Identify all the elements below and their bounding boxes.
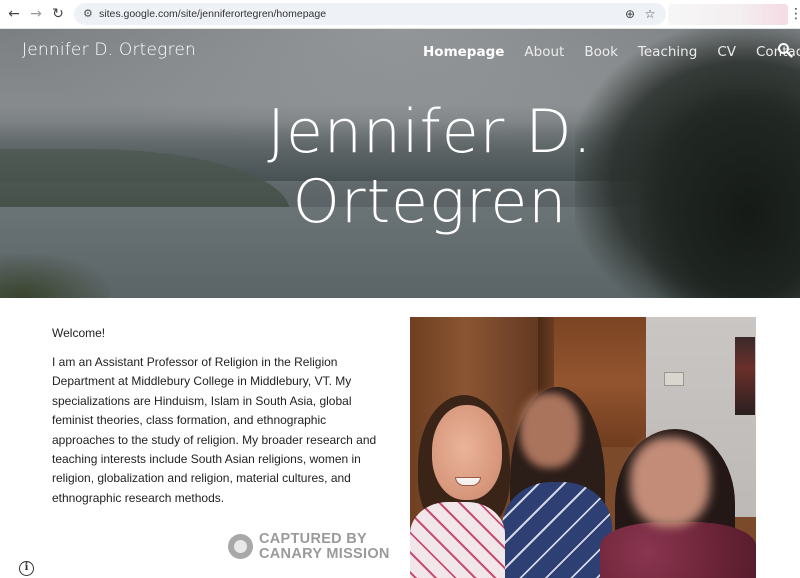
photo-poster [735,337,755,415]
bio-paragraph: I am an Assistant Professor of Religion … [52,355,377,505]
person-a-shirt [410,502,505,578]
site-nav: Homepage About Book Teaching CV Contact [423,43,800,61]
person-c-face-blurred [630,437,710,527]
nav-cv[interactable]: CV [717,43,736,61]
info-icon[interactable]: i [19,561,34,576]
nav-teaching[interactable]: Teaching [638,43,697,61]
person-b-face-blurred [520,393,580,468]
watermark: CAPTURED BY CANARY MISSION [228,531,390,563]
person-c-dress [600,522,756,578]
browser-menu-icon[interactable]: ⋮ [789,5,800,23]
hero-trees-dark [640,89,800,298]
profile-photo [410,317,756,578]
back-icon[interactable]: ← [4,5,24,23]
extensions-area [668,4,788,25]
photo-switchboard [664,372,684,386]
bookmark-star-icon[interactable]: ☆ [642,6,658,22]
hero-heading: Jennifer D. Ortegren [267,97,593,237]
watermark-line-1: CAPTURED BY [259,531,368,547]
address-bar[interactable]: ⚙ sites.google.com/site/jenniferortegren… [74,3,666,25]
person-b-dress [502,482,612,578]
search-icon[interactable] [776,42,794,60]
browser-toolbar: ← → ↻ ⚙ sites.google.com/site/jenniferor… [0,0,800,29]
forward-icon[interactable]: → [26,5,46,23]
url-text[interactable]: sites.google.com/site/jenniferortegren/h… [99,7,326,21]
nav-homepage[interactable]: Homepage [423,43,504,61]
nav-book[interactable]: Book [584,43,618,61]
reload-icon[interactable]: ↻ [48,5,68,23]
watermark-line-2: CANARY MISSION [259,546,390,562]
hero-foreground [0,254,110,298]
site-title[interactable]: Jennifer D. Ortegren [22,40,196,60]
search-icon-glyph [778,43,793,58]
canary-logo-icon [228,534,253,559]
tune-icon[interactable]: ⚙ [83,7,95,21]
welcome-text: Welcome! [52,326,106,340]
nav-about[interactable]: About [524,43,564,61]
zoom-icon[interactable]: ⊕ [622,6,638,22]
hero-banner: Jennifer D. Ortegren Homepage About Book… [0,29,800,298]
